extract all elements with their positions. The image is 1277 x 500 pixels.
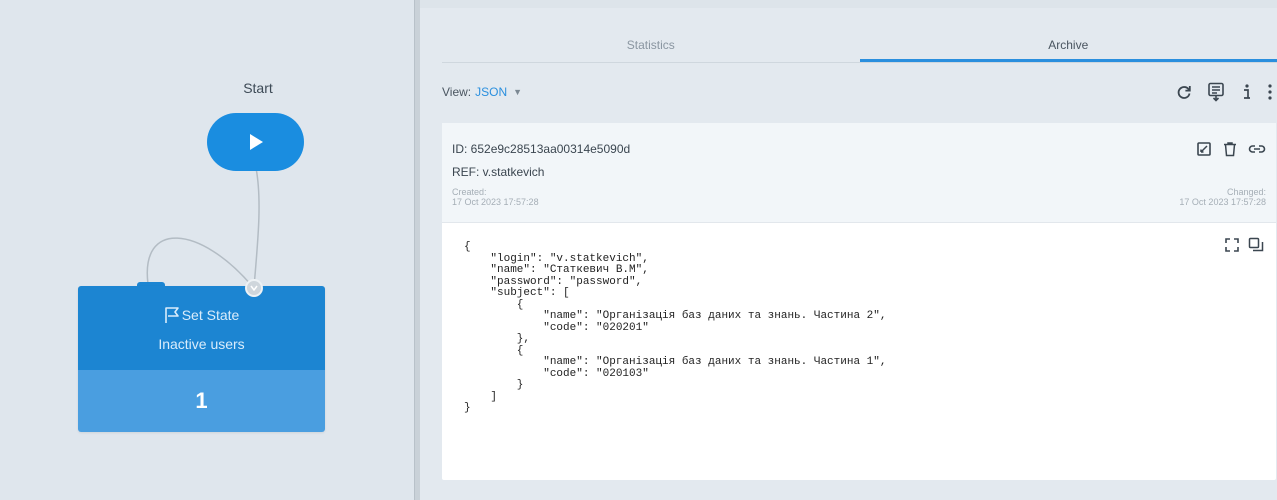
caret-down-icon: ▼ xyxy=(513,87,523,97)
view-format-select[interactable]: JSON ▼ xyxy=(475,85,522,99)
copy-icon[interactable] xyxy=(1248,237,1264,253)
node-title: Set State xyxy=(164,306,240,324)
changed-date: 17 Oct 2023 17:57:28 xyxy=(1179,197,1266,207)
edit-icon[interactable] xyxy=(1196,141,1212,157)
node-count: 1 xyxy=(78,370,325,432)
more-vertical-icon[interactable] xyxy=(1267,83,1273,101)
node-subtitle: Inactive users xyxy=(158,336,245,352)
archive-record: ID: 652e9c28513aa00314e5090d REF: v.stat… xyxy=(442,123,1276,480)
start-button[interactable] xyxy=(207,113,304,171)
tab-statistics[interactable]: Statistics xyxy=(442,29,860,62)
record-id: ID: 652e9c28513aa00314e5090d xyxy=(452,142,631,156)
json-tools xyxy=(1224,237,1264,253)
created-label: Created: xyxy=(452,187,487,197)
expand-icon[interactable] xyxy=(1224,237,1240,253)
view-bar: View: JSON ▼ xyxy=(442,80,1277,104)
node-output-port[interactable] xyxy=(245,279,263,297)
archive-panel: Statistics Archive View: JSON ▼ ID: 652e… xyxy=(420,0,1277,500)
info-icon[interactable] xyxy=(1241,83,1253,101)
flow-canvas[interactable]: Start Set State Inactive users 1 xyxy=(0,0,414,500)
refresh-icon[interactable] xyxy=(1175,83,1193,101)
record-actions xyxy=(1196,141,1266,157)
set-state-node[interactable]: Set State Inactive users 1 xyxy=(78,286,325,432)
link-icon[interactable] xyxy=(1248,141,1266,157)
panel-top-bar xyxy=(420,0,1277,8)
created-date: 17 Oct 2023 17:57:28 xyxy=(452,197,539,207)
chevron-down-icon xyxy=(250,285,258,291)
node-title-text: Set State xyxy=(181,307,240,323)
export-csv-icon[interactable] xyxy=(1207,82,1227,102)
node-header: Set State Inactive users xyxy=(78,286,325,370)
view-label: View: xyxy=(442,85,472,99)
record-header: ID: 652e9c28513aa00314e5090d REF: v.stat… xyxy=(442,123,1276,223)
flag-icon xyxy=(164,307,179,323)
record-ref: REF: v.statkevich xyxy=(452,165,545,179)
view-format-value: JSON xyxy=(475,85,508,99)
play-icon xyxy=(249,134,263,150)
tab-archive[interactable]: Archive xyxy=(859,29,1277,62)
start-label: Start xyxy=(243,80,273,96)
panel-tabs: Statistics Archive xyxy=(442,29,1277,63)
changed-label: Changed: xyxy=(1226,187,1266,197)
delete-icon[interactable] xyxy=(1222,141,1238,157)
archive-toolbar xyxy=(1175,82,1277,102)
json-viewer[interactable]: { "login": "v.statkevich", "name": "Стат… xyxy=(464,241,886,415)
